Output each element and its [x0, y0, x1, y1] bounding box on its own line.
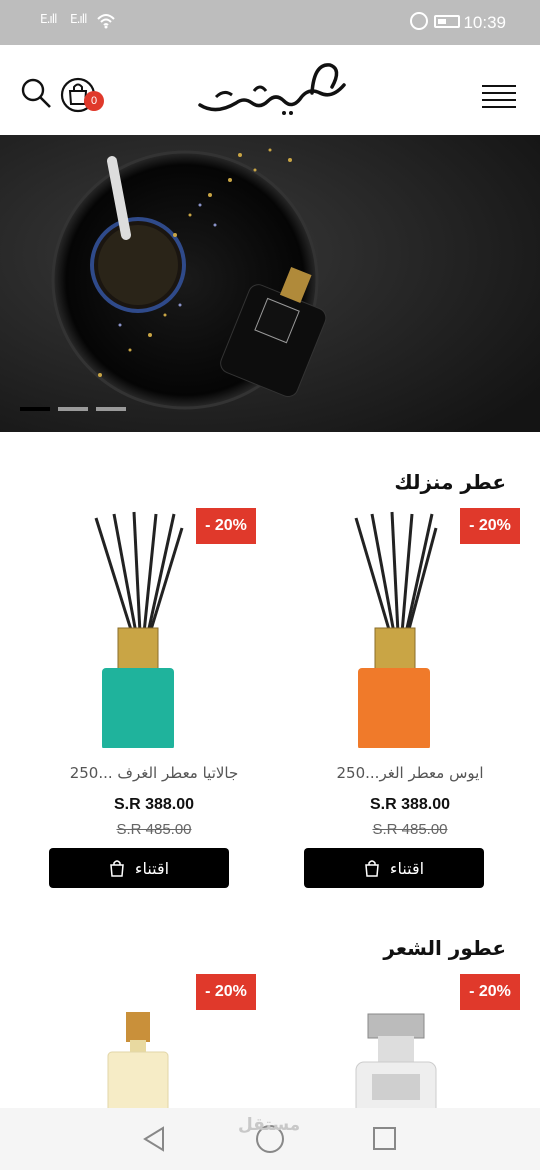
signal-icon: E.ıll: [40, 12, 57, 26]
status-bar: E.ıll E.ıll 10:39: [0, 0, 540, 45]
alarm-icon: [410, 12, 428, 30]
product-price: S.R 388.00: [369, 796, 451, 813]
search-icon[interactable]: [20, 77, 52, 109]
wifi-icon: [97, 14, 115, 29]
cart-count-badge: 0: [84, 91, 104, 111]
recent-apps-icon[interactable]: [373, 1127, 396, 1150]
carousel-dots[interactable]: [20, 407, 126, 411]
back-icon[interactable]: [142, 1126, 166, 1152]
discount-badge: - 20%: [196, 974, 256, 1010]
hero-image: [0, 135, 540, 432]
discount-badge: - 20%: [196, 508, 256, 544]
buy-label: اقتناء: [389, 858, 425, 878]
product-old-price: S.R 485.00: [116, 821, 192, 838]
buy-label: اقتناء: [134, 858, 170, 878]
logo[interactable]: [196, 57, 348, 123]
product-card[interactable]: - 20%: [300, 974, 520, 1108]
buy-button[interactable]: اقتناء: [304, 848, 484, 888]
watermark: مستقل: [238, 1115, 301, 1135]
carousel-dot-2[interactable]: [58, 407, 88, 411]
buy-button[interactable]: اقتناء: [49, 848, 229, 888]
arabic-calligraphy-logo-icon: [198, 63, 346, 115]
product-name[interactable]: جالاتيا معطر الغرف ...250: [44, 764, 264, 782]
product-card[interactable]: - 20%: [44, 974, 264, 1108]
hero-banner[interactable]: [0, 135, 540, 432]
shopping-bag-icon: [365, 860, 379, 877]
section-title-hair-perfumes: عطور الشعر: [383, 936, 506, 960]
product-image: [354, 511, 438, 748]
hamburger-menu-icon[interactable]: [482, 85, 516, 109]
section-title-home-fragrance: عطر منزلك: [394, 470, 506, 494]
product-price: S.R 388.00: [113, 796, 195, 813]
discount-badge: - 20%: [460, 974, 520, 1010]
product-image: [94, 511, 184, 748]
signal-icon-2: E.ıll: [70, 12, 87, 26]
shopping-bag-icon: [110, 860, 124, 877]
carousel-dot-3[interactable]: [96, 407, 126, 411]
app-header: [0, 45, 540, 135]
product-name[interactable]: ايوس معطر الغر...250: [300, 764, 520, 782]
battery-icon: [434, 15, 460, 28]
carousel-dot-1[interactable]: [20, 407, 50, 411]
status-time: 10:39: [463, 13, 506, 32]
discount-badge: - 20%: [460, 508, 520, 544]
product-old-price: S.R 485.00: [372, 821, 448, 838]
